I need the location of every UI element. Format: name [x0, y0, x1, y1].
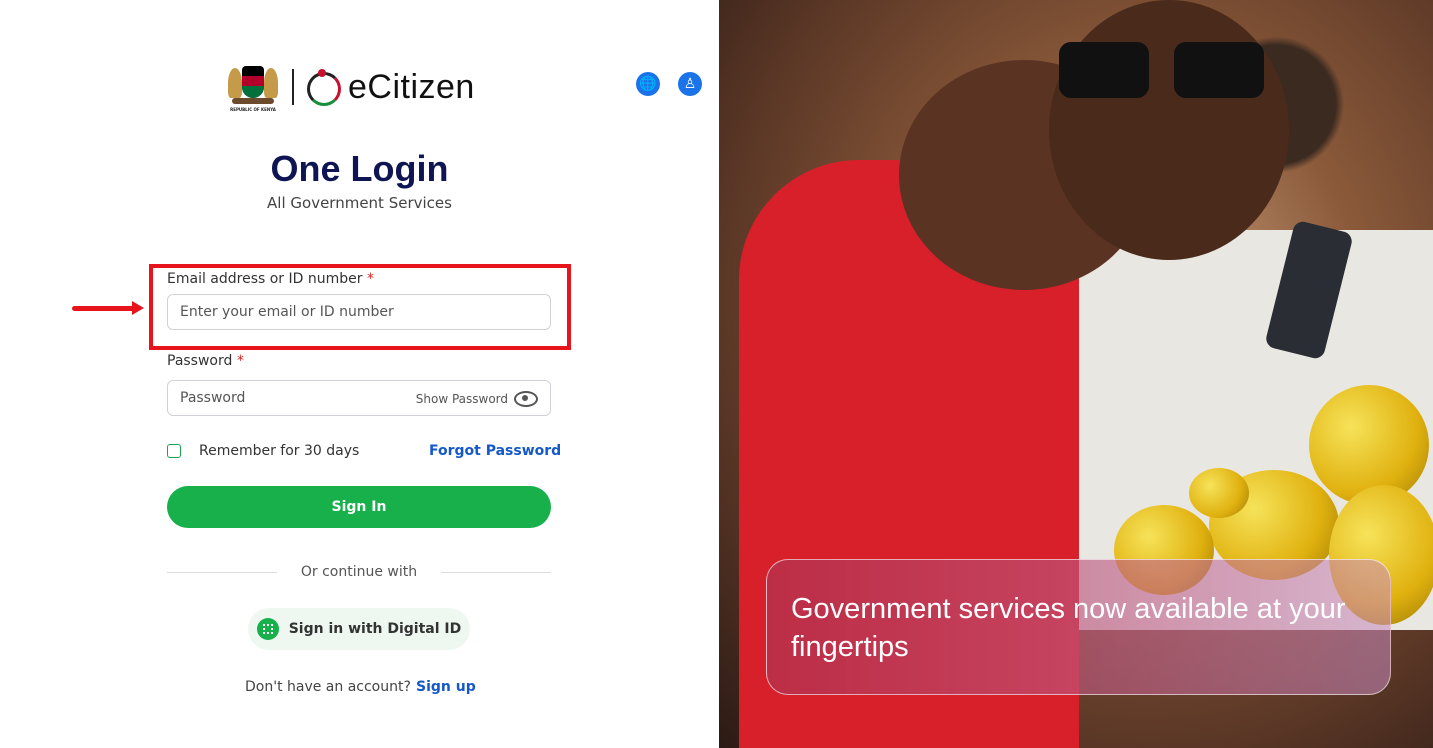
eye-icon [514, 391, 538, 407]
sunglasses-shape [1059, 42, 1269, 102]
signup-prompt: Don't have an account? [245, 679, 411, 695]
remember-checkbox[interactable] [167, 444, 181, 458]
remember-label: Remember for 30 days [199, 443, 360, 459]
password-field[interactable]: Password Show Password [167, 380, 551, 416]
email-field[interactable]: Enter your email or ID number [167, 294, 551, 330]
email-label: Email address or ID number * [167, 271, 374, 287]
password-label: Password * [167, 353, 244, 369]
qr-code-icon [256, 618, 279, 640]
annotation-arrow [72, 301, 144, 315]
page-title: One Login [270, 148, 449, 189]
email-placeholder: Enter your email or ID number [180, 304, 394, 320]
show-password-label: Show Password [415, 392, 508, 406]
logo-divider [292, 69, 294, 105]
page-subtitle: All Government Services [267, 194, 452, 212]
digital-id-label: Sign in with Digital ID [288, 621, 462, 637]
coat-caption: REPUBLIC OF KENYA [230, 107, 276, 112]
brand-logo: REPUBLIC OF KENYA eCitizen [226, 58, 475, 116]
divider-left [167, 572, 277, 573]
forgot-password-link[interactable]: Forgot Password [429, 443, 561, 459]
digital-id-button[interactable]: Sign in with Digital ID [248, 608, 470, 650]
divider-text: Or continue with [300, 564, 418, 580]
accessibility-icon[interactable]: ♙ [678, 72, 702, 96]
globe-translate-icon[interactable]: 🌐 [636, 72, 660, 96]
divider-right [441, 572, 551, 573]
password-placeholder: Password [180, 390, 246, 406]
login-panel: REPUBLIC OF KENYA eCitizen 🌐 ♙ One Login… [0, 0, 719, 748]
ecitizen-mark-icon [304, 69, 341, 106]
sign-up-link[interactable]: Sign up [416, 679, 476, 695]
hero-caption-card: Government services now available at you… [766, 559, 1391, 695]
hero-caption: Government services now available at you… [791, 593, 1346, 663]
coat-of-arms-icon: REPUBLIC OF KENYA [226, 58, 280, 116]
show-password-toggle[interactable]: Show Password [416, 381, 538, 417]
brand-name: eCitizen [348, 67, 475, 106]
sign-in-button[interactable]: Sign In [167, 486, 551, 528]
